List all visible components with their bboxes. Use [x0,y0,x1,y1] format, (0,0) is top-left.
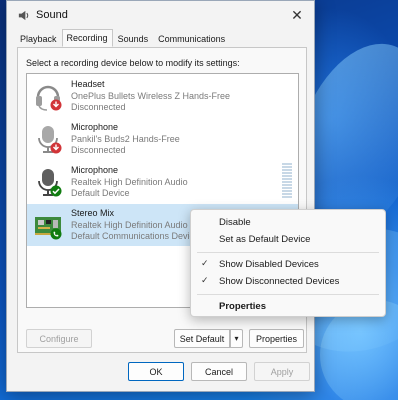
menu-item-properties[interactable]: Properties [191,299,385,315]
menu-separator [197,252,379,253]
device-description: Realtek High Definition Audio [71,220,188,230]
device-description: Realtek High Definition Audio [71,177,188,187]
device-context-menu: Disable Set as Default Device ✓ Show Dis… [190,209,386,317]
window-title: Sound [36,9,68,21]
ok-button[interactable]: OK [128,362,184,381]
cancel-button[interactable]: Cancel [191,362,247,381]
tab-sounds[interactable]: Sounds [113,31,154,47]
disconnected-badge-icon [50,142,62,154]
checkmark-icon: ✓ [201,258,209,268]
speaker-icon [18,10,29,20]
audio-level-meter [282,163,292,201]
menu-item-label: Disable [219,217,251,228]
device-description: OnePlus Bullets Wireless Z Hands-Free [71,91,231,101]
chevron-down-icon: ▾ [234,334,239,343]
properties-button[interactable]: Properties [249,329,304,348]
tab-bar: Playback Recording Sounds Communications [15,29,230,47]
menu-item-set-default[interactable]: Set as Default Device [191,232,385,248]
communications-phone-badge-icon [50,228,62,240]
tab-playback[interactable]: Playback [15,31,62,47]
apply-button[interactable]: Apply [254,362,310,381]
set-default-dropdown-button[interactable]: ▾ [230,329,243,348]
device-name: Headset [71,79,105,89]
device-name: Microphone [71,165,119,175]
menu-item-label: Set as Default Device [219,234,311,245]
close-icon: ✕ [291,6,303,23]
set-default-button[interactable]: Set Default [174,329,230,348]
tab-recording[interactable]: Recording [61,29,113,47]
close-button[interactable]: ✕ [280,1,314,29]
sound-dialog: Sound ✕ Playback Recording Sounds Commun… [6,0,315,392]
tab-communications[interactable]: Communications [153,31,230,47]
device-name: Microphone [71,122,119,132]
device-item-microphone-realtek[interactable]: Microphone Realtek High Definition Audio… [27,161,298,203]
menu-item-show-disabled[interactable]: ✓ Show Disabled Devices [191,257,385,273]
menu-item-label: Show Disconnected Devices [219,276,340,287]
device-item-microphone-buds2[interactable]: Microphone Pankil's Buds2 Hands-Free Dis… [27,118,298,160]
menu-separator [197,294,379,295]
checkmark-icon: ✓ [201,275,209,285]
device-status: Default Communications Device [71,231,200,241]
device-status: Disconnected [71,145,126,155]
menu-item-show-disconnected[interactable]: ✓ Show Disconnected Devices [191,274,385,290]
configure-button[interactable]: Configure [26,329,92,348]
device-status: Default Device [71,188,130,198]
disconnected-badge-icon [50,99,62,111]
device-description: Pankil's Buds2 Hands-Free [71,134,180,144]
device-item-headset[interactable]: Headset OnePlus Bullets Wireless Z Hands… [27,75,298,117]
default-check-badge-icon [50,185,62,197]
title-bar: Sound ✕ [7,1,314,29]
menu-item-disable[interactable]: Disable [191,215,385,231]
device-status: Disconnected [71,102,126,112]
device-name: Stereo Mix [71,208,115,218]
menu-item-label: Show Disabled Devices [219,259,319,270]
menu-item-label: Properties [219,301,266,312]
instruction-text: Select a recording device below to modif… [26,58,240,68]
